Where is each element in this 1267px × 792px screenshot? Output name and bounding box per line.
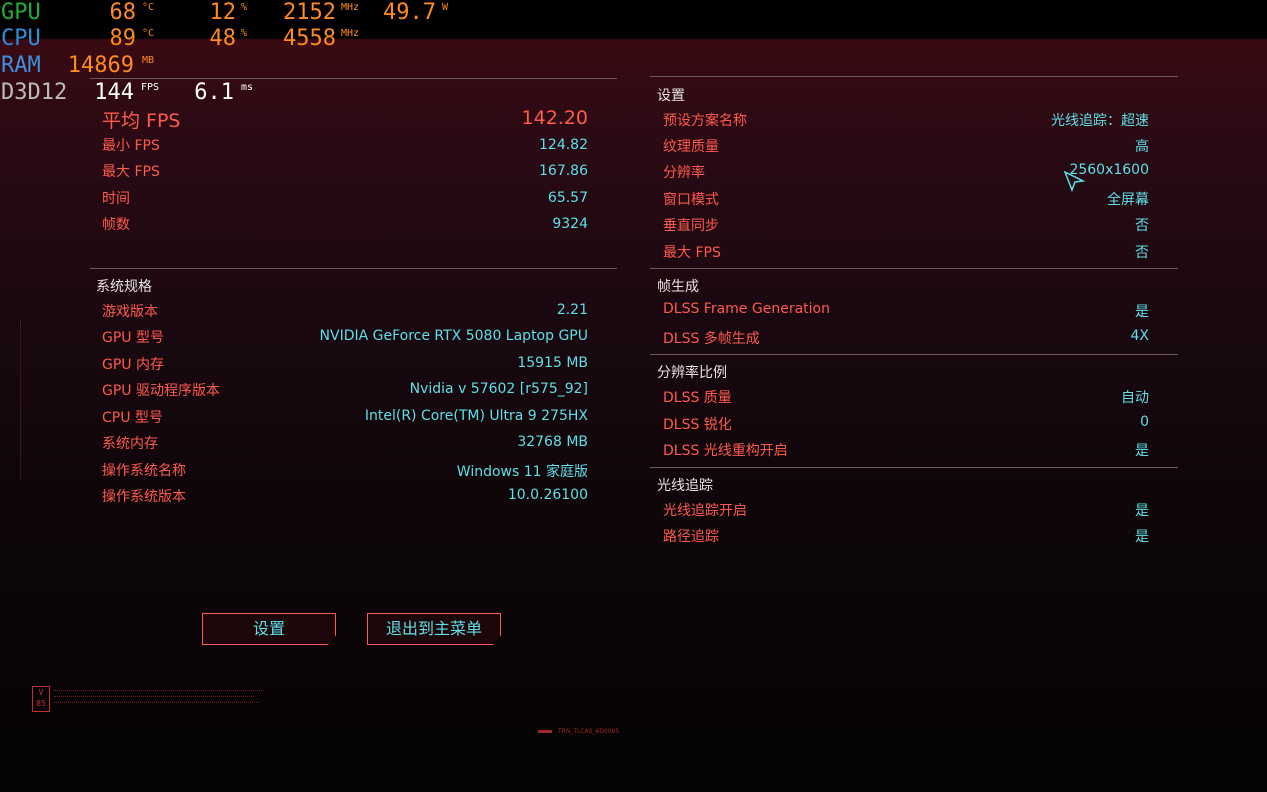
spec-value: 32768 MB [517,434,588,450]
avg-fps-label: 平均 FPS [102,110,181,132]
spec-label: 系统内存 [102,436,158,452]
footer-code: TRN_TLCAS_6D0095 [558,728,620,735]
setting-value: 是 [1135,503,1149,519]
spec-value: 10.0.26100 [507,487,588,503]
overlay-cpu-temp: 89 [109,26,137,51]
version-badge: V 85 [32,686,50,712]
decor-line [54,690,264,693]
overlay-cpu-load-unit: % [241,28,248,39]
setting-label: 预设方案名称 [663,113,747,129]
setting-label: 分辨率 [663,165,705,181]
overlay-gpu-clock-unit: MHz [341,2,360,13]
max-fps-label: 最大 FPS [102,164,160,180]
setting-value: 是 [1135,443,1149,459]
setting-label: 垂直同步 [663,218,719,234]
footer-arrow [538,730,552,733]
res-scale-title: 分辨率比例 [657,365,727,381]
divider [90,78,617,79]
setting-label: DLSS 锐化 [663,417,732,433]
spec-value: NVIDIA GeForce RTX 5080 Laptop GPU [319,328,588,344]
decor-line [54,702,259,705]
setting-label: 最大 FPS [663,245,721,261]
setting-label: DLSS 质量 [663,390,732,406]
spec-label: GPU 内存 [102,357,164,373]
spec-value: Intel(R) Core(TM) Ultra 9 275HX [364,408,588,424]
overlay-cpu-temp-unit: °C [142,28,155,39]
setting-value: 是 [1135,304,1149,320]
frames-value: 9324 [552,216,588,232]
setting-label: 光线追踪开启 [663,503,747,519]
divider [650,268,1178,269]
overlay-fps-value: 144 [94,80,134,105]
min-fps-value: 124.82 [539,137,588,153]
frame-gen-title: 帧生成 [657,279,699,295]
decor-line [54,696,254,699]
overlay-fps-unit: FPS [141,82,160,93]
setting-value: 4X [1130,328,1150,344]
divider [650,354,1178,355]
setting-value: 高 [1135,139,1149,155]
exit-to-main-menu-button[interactable]: 退出到主菜单 [367,613,501,645]
overlay-cpu-clock-unit: MHz [341,28,360,39]
divider [650,76,1178,77]
overlay-gpu-power-unit: W [442,2,449,13]
setting-label: DLSS 光线重构开启 [663,443,788,459]
min-fps-label: 最小 FPS [102,138,160,154]
overlay-cpu-load: 48 [209,26,237,51]
setting-value: 光线追踪：超速 [1051,113,1149,129]
divider [90,268,617,269]
setting-value: 是 [1135,529,1149,545]
overlay-d3d-label: D3D12 [1,80,68,105]
raytracing-title: 光线追踪 [657,478,713,494]
spec-label: 操作系统名称 [102,463,186,479]
overlay-gpu-clock: 2152 [283,0,336,25]
decor-vertical [20,320,25,480]
spec-label: CPU 型号 [102,410,163,426]
overlay-gpu-temp: 68 [109,0,137,25]
overlay-frametime-value: 6.1 [194,80,234,105]
settings-button[interactable]: 设置 [202,613,336,645]
overlay-ram-label: RAM [1,53,41,78]
spec-label: 游戏版本 [102,304,158,320]
system-specs-title: 系统规格 [96,279,152,295]
setting-label: 纹理质量 [663,139,719,155]
settings-title: 设置 [657,88,685,104]
setting-label: DLSS 多帧生成 [663,331,760,347]
max-fps-value: 167.86 [539,163,588,179]
spec-label: GPU 驱动程序版本 [102,383,220,399]
time-label: 时间 [102,191,130,207]
frames-label: 帧数 [102,217,130,233]
setting-label: 窗口模式 [663,192,719,208]
overlay-cpu-clock: 4558 [283,26,336,51]
setting-value: 自动 [1121,390,1149,406]
spec-label: 操作系统版本 [102,489,186,505]
spec-value: Windows 11 家庭版 [456,464,588,480]
spec-value: 2.21 [556,302,588,318]
overlay-ram-unit: MB [142,55,155,66]
overlay-gpu-load: 12 [209,0,237,25]
avg-fps-value: 142.20 [521,107,588,129]
spec-label: GPU 型号 [102,330,164,346]
spec-value: Nvidia v 57602 [r575_92] [409,381,588,397]
setting-value: 2560x1600 [1069,162,1149,178]
setting-value: 0 [1140,414,1149,430]
divider [650,467,1178,468]
cursor-icon [1064,171,1086,193]
setting-label: DLSS Frame Generation [663,301,830,317]
overlay-gpu-load-unit: % [241,2,248,13]
overlay-gpu-power: 49.7 [383,0,436,25]
time-value: 65.57 [547,190,588,206]
setting-value: 否 [1135,218,1149,234]
overlay-ram-value: 14869 [67,53,134,78]
setting-label: 路径追踪 [663,529,719,545]
overlay-cpu-label: CPU [1,26,41,51]
overlay-frametime-unit: ms [241,82,254,93]
performance-overlay: GPU 68 °C 12 % 2152 MHz 49.7 W CPU 89 °C… [0,0,470,110]
overlay-gpu-temp-unit: °C [142,2,155,13]
overlay-gpu-label: GPU [1,0,41,25]
setting-value: 否 [1135,245,1149,261]
setting-value: 全屏幕 [1107,192,1149,208]
spec-value: 15915 MB [517,355,588,371]
